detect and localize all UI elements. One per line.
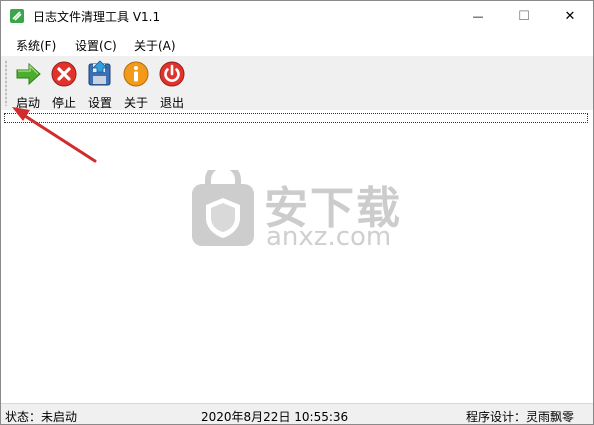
window-title: 日志文件清理工具 V1.1 <box>33 10 161 24</box>
power-icon <box>159 61 185 87</box>
watermark-en-text: anxz.com <box>266 222 392 252</box>
start-button[interactable]: 启动 <box>10 58 46 110</box>
status-bar: 状态：未启动 2020年8月22日 10:55:36 程序设计：灵雨飘零 <box>1 403 593 424</box>
floppy-settings-icon <box>88 60 111 86</box>
close-button[interactable]: ✕ <box>547 1 593 31</box>
about-label: 关于 <box>123 96 148 110</box>
status-label: 状态：未启动 <box>5 410 78 424</box>
menu-settings[interactable]: 设置(C) <box>75 37 117 54</box>
about-button[interactable]: 关于 <box>118 58 154 110</box>
green-arrow-icon <box>16 62 41 86</box>
close-icon: ✕ <box>564 8 576 24</box>
toolbar-grip[interactable] <box>5 60 7 106</box>
menu-system[interactable]: 系统(F) <box>16 37 56 54</box>
info-icon <box>123 61 149 87</box>
title-bar[interactable]: 日志文件清理工具 V1.1 — ☐ ✕ <box>1 1 593 31</box>
maximize-icon: ☐ <box>518 8 530 24</box>
exit-button[interactable]: 退出 <box>154 58 190 110</box>
status-author: 程序设计：灵雨飘零 <box>466 410 575 424</box>
minimize-icon: — <box>472 9 484 23</box>
watermark: 安下载 anxz.com <box>188 160 418 270</box>
exit-label: 退出 <box>159 96 184 110</box>
maximize-button[interactable]: ☐ <box>501 1 547 31</box>
settings-label: 设置 <box>87 96 112 110</box>
menu-about[interactable]: 关于(A) <box>134 37 176 54</box>
start-label: 启动 <box>15 96 40 110</box>
app-logo-icon <box>10 9 24 23</box>
stop-button[interactable]: 停止 <box>46 58 82 110</box>
list-header[interactable] <box>4 113 588 123</box>
toolbar: 启动 停止 设置 关于 退出 <box>1 56 593 110</box>
shield-bag-icon <box>192 170 254 246</box>
stop-label: 停止 <box>51 96 76 110</box>
status-datetime: 2020年8月22日 10:55:36 <box>201 410 349 424</box>
log-list[interactable]: 安下载 anxz.com <box>3 112 589 402</box>
menu-bar: 系统(F) 设置(C) 关于(A) <box>1 31 593 56</box>
red-x-icon <box>51 61 77 87</box>
app-window: 日志文件清理工具 V1.1 — ☐ ✕ 系统(F) 设置(C) 关于(A) 启动 <box>0 0 594 425</box>
minimize-button[interactable]: — <box>455 1 501 31</box>
settings-button[interactable]: 设置 <box>82 58 118 110</box>
